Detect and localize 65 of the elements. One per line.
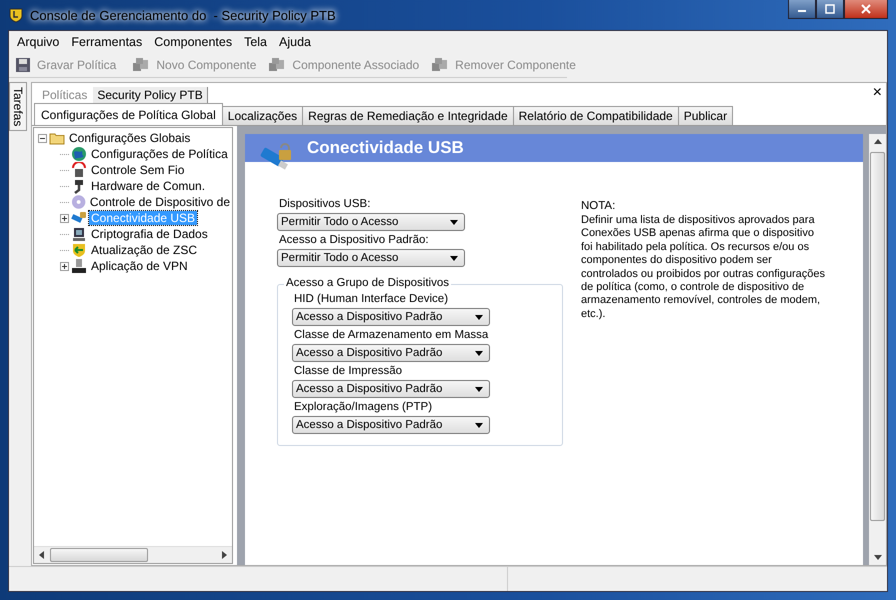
horizontal-scrollbar[interactable]	[34, 546, 232, 563]
dropdown[interactable]: Permitir Todo o Acesso	[277, 213, 465, 231]
panel-title: Conectividade USB	[307, 138, 464, 158]
menu-item[interactable]: Componentes	[148, 35, 238, 49]
group-title: Acesso a Grupo de Dispositivos	[284, 277, 451, 289]
tree-item[interactable]: Atualização de ZSC	[89, 243, 200, 257]
tab[interactable]: Publicar	[678, 106, 734, 125]
tree-item[interactable]: Configurações de Política	[89, 147, 230, 161]
field-label: Dispositivos USB:	[278, 198, 372, 210]
disc-icon	[70, 194, 86, 210]
vertical-scrollbar[interactable]	[869, 134, 886, 565]
expand-icon[interactable]	[60, 214, 69, 222]
collapse-icon[interactable]	[38, 134, 47, 142]
note-title: NOTA:	[581, 200, 616, 212]
caret-icon	[475, 386, 483, 392]
dropdown[interactable]: Acesso a Dispositivo Padrão	[292, 308, 490, 326]
field-label: Exploração/Imagens (PTP)	[293, 401, 434, 413]
tree-item[interactable]: Configurações Globais	[67, 131, 192, 145]
caret-icon	[475, 350, 483, 356]
tab[interactable]: Regras de Remediação e Integridade	[302, 106, 514, 125]
field-label: Classe de Armazenamento em Massa	[293, 329, 490, 341]
shield-arrow-icon	[71, 242, 87, 258]
close-button[interactable]	[844, 0, 888, 19]
dropdown[interactable]: Permitir Todo o Acesso	[277, 249, 465, 267]
computer-lock-icon	[71, 226, 87, 242]
dropdown[interactable]: Acesso a Dispositivo Padrão	[292, 416, 490, 434]
caret-icon	[475, 314, 483, 320]
caret-icon	[450, 256, 458, 260]
window-title: Console de Gerenciamento do - Security Policy PTB	[30, 8, 336, 22]
maximize-icon	[825, 4, 835, 14]
field-label: Classe de Impressão	[293, 365, 404, 377]
maximize-button[interactable]	[816, 0, 844, 19]
tab[interactable]: Configurações de Política Global	[34, 103, 223, 125]
menu-item[interactable]: Tela	[238, 35, 274, 49]
dropdown[interactable]: Acesso a Dispositivo Padrão	[292, 380, 490, 398]
tree-item[interactable]: Aplicação de VPN	[89, 259, 190, 273]
tree-item[interactable]: Criptografia de Dados	[89, 227, 210, 241]
cubes-icon	[132, 57, 150, 73]
dropdown[interactable]: Acesso a Dispositivo Padrão	[292, 344, 490, 362]
field-label: HID (Human Interface Device)	[293, 293, 450, 305]
menu-item[interactable]: Ferramentas	[65, 35, 148, 49]
breadcrumb-tab[interactable]: Security Policy PTB	[93, 87, 208, 103]
close-tab-button[interactable]: ×	[872, 85, 882, 101]
tab[interactable]: Relatório de Compatibilidade	[512, 106, 679, 125]
expand-icon[interactable]	[60, 262, 69, 270]
note-text: Definir uma lista de dispositivos aprovados para Conexões USB apenas afirma que o dispositivo foi habilitado pela política. Os recursos e/ou os componentes do dispositivo podem ser controlados ou proibidos por outras configurações de política (como, o controle de dispositivo de armazenamento removível, controles de modem, etc.).	[581, 214, 826, 322]
globe-icon	[71, 146, 87, 162]
minimize-button[interactable]	[788, 0, 816, 19]
tree-item[interactable]: Controle de Dispositivo de	[88, 195, 232, 209]
usb-stick-icon	[71, 210, 87, 226]
cubes-icon	[268, 57, 286, 73]
menu-item[interactable]: Ajuda	[273, 35, 317, 49]
caret-icon	[450, 220, 458, 224]
tree-item[interactable]: Controle Sem Fio	[89, 163, 186, 177]
padlock-icon	[71, 162, 87, 178]
field-label: Acesso a Dispositivo Padrão:	[278, 234, 430, 246]
app-shield-icon	[8, 7, 24, 23]
caret-icon	[475, 422, 483, 428]
tab[interactable]: Localizações	[222, 106, 304, 125]
breadcrumb-tab[interactable]: Políticas	[38, 87, 92, 103]
tree-item[interactable]: Hardware de Comun.	[89, 179, 208, 193]
close-icon	[861, 4, 871, 14]
cubes-icon	[431, 57, 450, 73]
menu-item[interactable]: Arquivo	[11, 35, 66, 49]
side-tab[interactable]: Tarefas	[9, 82, 27, 132]
